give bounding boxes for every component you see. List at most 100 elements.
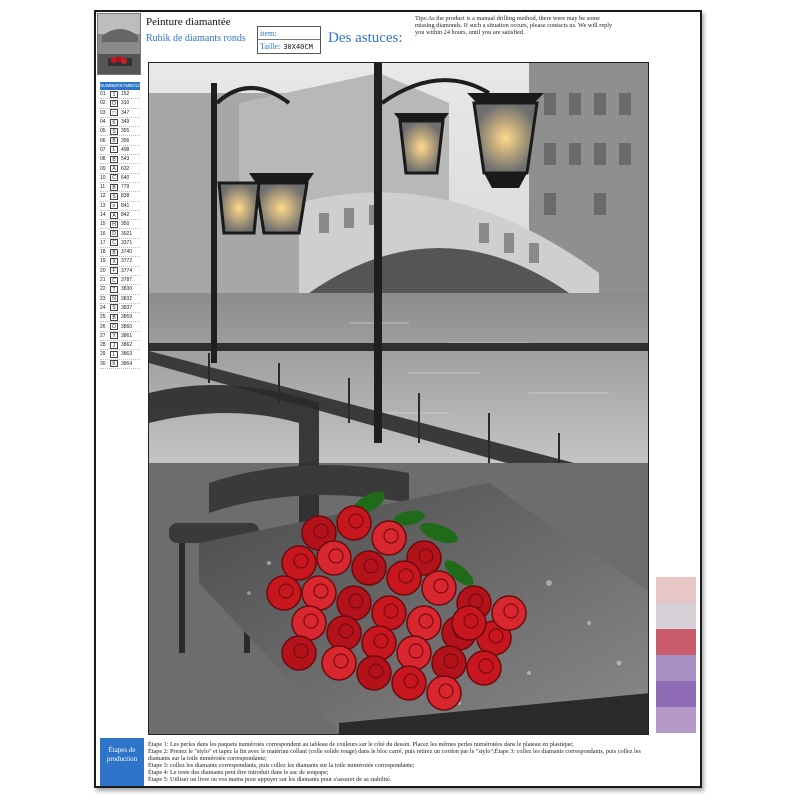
legend-number: 22 bbox=[100, 286, 106, 293]
legend-dmc: 3021 bbox=[121, 230, 133, 237]
legend-number: 20 bbox=[100, 267, 106, 274]
legend-number: 19 bbox=[100, 258, 106, 265]
legend-symbol: K bbox=[110, 360, 118, 368]
steps-button[interactable]: Étapes de production bbox=[100, 738, 144, 786]
tips-heading: Des astuces: bbox=[328, 30, 403, 46]
legend-dmc: 152 bbox=[121, 91, 130, 98]
legend-row: 24 S 3837 bbox=[100, 304, 140, 314]
legend-number: 26 bbox=[100, 323, 106, 330]
legend-symbol: C bbox=[110, 276, 118, 284]
legend-number: 23 bbox=[100, 295, 106, 302]
rose bbox=[356, 655, 392, 691]
process-image bbox=[656, 681, 696, 707]
legend-row: 09 A 632 bbox=[100, 164, 140, 174]
rose bbox=[451, 605, 487, 641]
legend-dmc: 640 bbox=[121, 174, 130, 181]
thumbnail-image bbox=[97, 13, 141, 75]
legend-number: 21 bbox=[100, 277, 106, 284]
legend-symbol: T bbox=[110, 285, 118, 293]
rose bbox=[371, 520, 407, 556]
legend-dmc: 355 bbox=[121, 128, 130, 135]
legend-number: 15 bbox=[100, 221, 106, 228]
legend-row: 01 1 152 bbox=[100, 90, 140, 100]
process-image bbox=[656, 629, 696, 655]
legend-header-symbol: SYMBOL bbox=[119, 83, 139, 88]
legend-row: 07 L 498 bbox=[100, 146, 140, 156]
legend-number: 13 bbox=[100, 202, 106, 209]
legend-number: 11 bbox=[100, 184, 106, 191]
legend-number: 17 bbox=[100, 239, 106, 246]
legend-row: 28 J 3862 bbox=[100, 341, 140, 351]
legend-number: 05 bbox=[100, 128, 106, 135]
legend-dmc: 3740 bbox=[121, 249, 133, 256]
legend-row: 08 B 543 bbox=[100, 155, 140, 165]
legend-row: 17 C 3371 bbox=[100, 239, 140, 249]
rose bbox=[396, 635, 432, 671]
process-image bbox=[656, 707, 696, 733]
legend-symbol: B bbox=[110, 137, 118, 145]
legend-symbol: S bbox=[110, 192, 118, 200]
rose bbox=[301, 575, 337, 611]
legend-dmc: 841 bbox=[121, 202, 130, 209]
legend-row: 04 K 349 bbox=[100, 118, 140, 128]
rose bbox=[421, 570, 457, 606]
legend-dmc: 3864 bbox=[121, 360, 133, 367]
legend-number: 29 bbox=[100, 351, 106, 358]
legend-dmc: 3774 bbox=[121, 267, 133, 274]
legend-row: 03 □ 347 bbox=[100, 109, 140, 118]
rose bbox=[431, 645, 467, 681]
legend-symbol: B bbox=[110, 313, 118, 321]
legend-number: 01 bbox=[100, 91, 106, 98]
legend-number: 28 bbox=[100, 342, 106, 349]
rose bbox=[321, 645, 357, 681]
legend-number: 03 bbox=[100, 109, 106, 116]
size-value: 30X40CM bbox=[283, 43, 313, 51]
legend-number: 25 bbox=[100, 314, 106, 321]
legend-row: 19 X 3772 bbox=[100, 257, 140, 267]
legend-row: 25 B 3859 bbox=[100, 313, 140, 323]
legend-row: 26 O 3860 bbox=[100, 322, 140, 332]
legend-symbol: B bbox=[110, 183, 118, 191]
legend-dmc: 3860 bbox=[121, 323, 133, 330]
legend-symbol: L bbox=[110, 350, 118, 358]
legend-symbol: D bbox=[110, 230, 118, 238]
legend-row: 22 T 3830 bbox=[100, 285, 140, 295]
legend-number: 04 bbox=[100, 119, 106, 126]
rose bbox=[291, 605, 327, 641]
legend-symbol: C bbox=[110, 174, 118, 182]
rose bbox=[426, 675, 462, 711]
legend-symbol: □ bbox=[110, 109, 118, 117]
legend-number: 12 bbox=[100, 193, 106, 200]
legend-row: 06 B 356 bbox=[100, 136, 140, 146]
legend-symbol: H bbox=[110, 220, 118, 228]
legend-row: 16 D 3021 bbox=[100, 229, 140, 239]
legend-symbol: A bbox=[110, 211, 118, 219]
legend-dmc: 3371 bbox=[121, 239, 133, 246]
legend-dmc: 950 bbox=[121, 221, 130, 228]
item-info-box: item: Taille: 30X40CM bbox=[257, 26, 321, 54]
legend-row: 13 ≡ 841 bbox=[100, 202, 140, 211]
step-4: Étape 4: Le reste des diamants peut être… bbox=[148, 769, 329, 776]
legend-dmc: 838 bbox=[121, 193, 130, 200]
legend-dmc: 356 bbox=[121, 137, 130, 144]
steps-button-line: production bbox=[106, 755, 138, 763]
legend-symbol: 1 bbox=[110, 90, 118, 98]
legend-dmc: 3862 bbox=[121, 342, 133, 349]
step-2: Étape 2: Prenez le "stylo" et tapez la f… bbox=[148, 748, 641, 762]
rose bbox=[281, 545, 317, 581]
rose bbox=[351, 550, 387, 586]
legend-number: 14 bbox=[100, 212, 106, 218]
legend-header: NUMBER SYMBOL DMC bbox=[100, 82, 149, 90]
legend-row: 29 L 3863 bbox=[100, 350, 140, 360]
legend-symbol: O bbox=[110, 323, 118, 331]
legend-number: 06 bbox=[100, 137, 106, 144]
legend-symbol: N bbox=[110, 295, 118, 303]
legend-number: 24 bbox=[100, 304, 106, 311]
legend-row: 14 A 842 bbox=[100, 211, 140, 221]
legend-row: 23 N 3832 bbox=[100, 295, 140, 304]
legend-symbol: J bbox=[110, 341, 118, 349]
legend-dmc: 349 bbox=[121, 119, 130, 126]
legend-dmc: 3837 bbox=[121, 304, 133, 311]
legend-symbol: K bbox=[110, 118, 118, 126]
color-legend: NUMBER SYMBOL DMC 01 1 152 02 O 310 03 □ 347 04 K 3… bbox=[100, 82, 149, 369]
